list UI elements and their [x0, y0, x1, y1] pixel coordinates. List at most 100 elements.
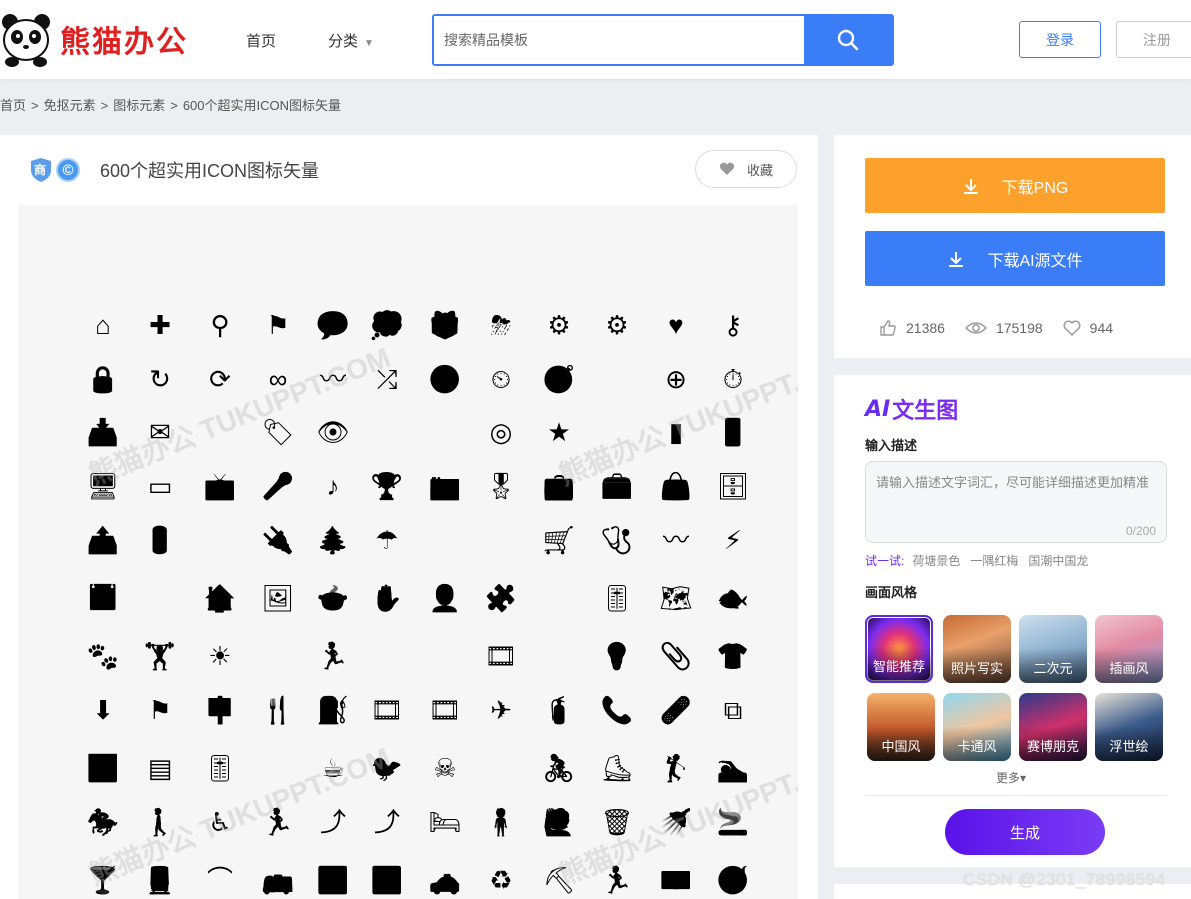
- breadcrumb-home[interactable]: 首页: [0, 98, 26, 113]
- commercial-badge-text: 商: [34, 163, 47, 177]
- style-ukiyoe-label: 浮世绘: [1095, 726, 1163, 761]
- eye-icon: [964, 322, 987, 334]
- try-tag-dragon[interactable]: 国潮中国龙: [1028, 552, 1088, 569]
- style-cyberpunk[interactable]: 赛博朋克: [1019, 693, 1087, 761]
- nav-home[interactable]: 首页: [246, 30, 276, 51]
- grid-icon: 🎞: [428, 695, 462, 725]
- nav-category[interactable]: 分类 ▼: [328, 30, 374, 51]
- grid-icon: ∞: [268, 364, 288, 394]
- grid-icon: ▤: [147, 753, 173, 783]
- try-tag-lotus[interactable]: 荷塘景色: [912, 552, 960, 569]
- grid-icon: 🔒: [86, 364, 120, 394]
- search-button[interactable]: [804, 16, 892, 64]
- copyright-badge-icon: ©: [56, 158, 80, 182]
- breadcrumb-current: 600个超实用ICON图标矢量: [182, 98, 342, 113]
- nav-category-label: 分类: [328, 33, 359, 50]
- grid-icon: ⚑: [266, 310, 290, 340]
- style-chinese-label: 中国风: [867, 726, 935, 761]
- try-tag-plum[interactable]: 一隅红梅: [970, 552, 1018, 569]
- grid-icon: 👤: [428, 583, 462, 613]
- description-input[interactable]: [876, 472, 1156, 522]
- grid-icon: ⚲: [210, 310, 230, 340]
- grid-icon: 🚴: [542, 753, 576, 783]
- grid-icon: ☕: [321, 753, 345, 783]
- grid-icon: 〰: [319, 364, 346, 394]
- style-ukiyoe[interactable]: 浮世绘: [1095, 693, 1163, 761]
- register-button[interactable]: 注册: [1116, 21, 1191, 58]
- grid-icon: 🚶: [143, 807, 177, 837]
- login-button[interactable]: 登录: [1019, 21, 1101, 58]
- grid-icon: ⚙: [605, 310, 629, 340]
- grid-icon: 🏇: [86, 807, 120, 837]
- grid-icon: ⬇: [92, 695, 114, 725]
- grid-icon: ☠: [433, 753, 457, 783]
- style-smart[interactable]: 智能推荐: [865, 615, 933, 683]
- grid-icon: 🔋: [143, 525, 177, 555]
- grid-icon: 💼: [542, 471, 576, 501]
- grid-icon: 🐦: [370, 753, 404, 783]
- grid-icon: 🎞: [484, 641, 518, 671]
- grid-icon: 🗺: [659, 583, 693, 613]
- breadcrumb-icons[interactable]: 图标元素: [113, 98, 165, 113]
- download-png-button[interactable]: 下载PNG: [865, 158, 1165, 213]
- favorite-button[interactable]: 收藏: [695, 150, 797, 188]
- grid-icon: 💵: [659, 865, 693, 895]
- try-label: 试一试:: [865, 554, 905, 568]
- search-icon: [837, 29, 859, 51]
- download-ai-button[interactable]: 下载AI源文件: [865, 231, 1165, 286]
- grid-icon: ✚: [149, 310, 171, 340]
- style-cartoon[interactable]: 卡通风: [943, 693, 1011, 761]
- grid-icon: 📞: [600, 695, 634, 725]
- style-photo[interactable]: 照片写实: [943, 615, 1011, 683]
- download-icon: [947, 250, 965, 268]
- favorite-stat[interactable]: 944: [1063, 320, 1113, 336]
- download-panel: 下载PNG 下载AI源文件 21386 175198 944: [834, 135, 1191, 358]
- main-panel: 商 © 600个超实用ICON图标矢量 收藏 ⌂ ✚ ⚲ ⚑ 💬 💭 🎁 ⛈ ⚙ ⚙ ♥ ⚷ 🔒 ↻ ⟳ ∞ 〰…: [0, 135, 818, 899]
- grid-icon: 👕: [716, 641, 750, 671]
- grid-icon: 🚆: [143, 865, 177, 895]
- style-anime[interactable]: 二次元: [1019, 615, 1087, 683]
- grid-icon: ⤴: [319, 807, 346, 837]
- try-suggestions: 试一试: 荷塘景色 一隅红梅 国潮中国龙: [865, 552, 1098, 569]
- more-styles-link[interactable]: 更多▾: [996, 769, 1026, 786]
- grid-icon: 📎: [659, 641, 693, 671]
- breadcrumb-cutout[interactable]: 免抠元素: [44, 98, 96, 113]
- description-box: 0/200: [865, 461, 1167, 543]
- like-stat[interactable]: 21386: [879, 319, 945, 337]
- site-logo[interactable]: 熊猫办公: [0, 10, 210, 68]
- generate-button[interactable]: 生成: [945, 809, 1105, 855]
- grid-icon: 🎚: [600, 583, 634, 613]
- grid-icon: 🍸: [86, 865, 120, 895]
- grid-icon: ✋: [370, 583, 404, 613]
- grid-icon: ⧉: [723, 695, 743, 725]
- grid-icon: ⛸: [600, 753, 634, 783]
- heart-outline-icon: [1063, 320, 1081, 336]
- grid-icon: 🕒: [428, 364, 462, 394]
- download-png-label: 下载PNG: [1001, 179, 1069, 197]
- breadcrumb-separator: >: [100, 98, 109, 113]
- search-input[interactable]: [434, 16, 804, 64]
- grid-icon: 🎤: [261, 471, 295, 501]
- favorite-count: 944: [1089, 320, 1114, 336]
- style-cartoon-label: 卡通风: [943, 726, 1011, 761]
- style-smart-label: 智能推荐: [867, 646, 931, 681]
- breadcrumb: 首页 > 免抠元素 > 图标元素 >600个超实用ICON图标矢量: [0, 95, 341, 114]
- grid-icon: 💡: [600, 641, 634, 671]
- style-chinese[interactable]: 中国风: [867, 693, 935, 761]
- grid-icon: 〰: [662, 525, 689, 555]
- grid-icon: 🏃: [600, 865, 634, 895]
- site-header: 熊猫办公 首页 分类 ▼ 登录 注册: [0, 0, 1191, 79]
- input-label: 输入描述: [865, 438, 918, 453]
- grid-icon: 📥: [86, 417, 120, 447]
- grid-icon: 📺: [203, 471, 237, 501]
- grid-icon: 🩺: [600, 525, 634, 555]
- icon-grid: ⌂ ✚ ⚲ ⚑ 💬 💭 🎁 ⛈ ⚙ ⚙ ♥ ⚷ 🔒 ↻ ⟳ ∞ 〰 ⤮ 🕒 ⏲ 🧭 ⊕ ⏱ 📥 ✉ 🏷 👁 ◎ ★ ▮ 📱 🖥 ▭ 📺 🎤 ♪ 🏆 📷 🎖 💼…: [18, 205, 798, 899]
- brand-name: 熊猫办公: [60, 25, 188, 60]
- style-illustration[interactable]: 插画风: [1095, 615, 1163, 683]
- grid-icon: ⛽: [316, 695, 350, 725]
- grid-icon: 🏊: [716, 753, 750, 783]
- like-count: 21386: [906, 320, 945, 336]
- style-illustration-label: 插画风: [1095, 648, 1163, 683]
- grid-icon: ⚷: [723, 310, 743, 340]
- grid-icon: ⌂: [95, 310, 111, 340]
